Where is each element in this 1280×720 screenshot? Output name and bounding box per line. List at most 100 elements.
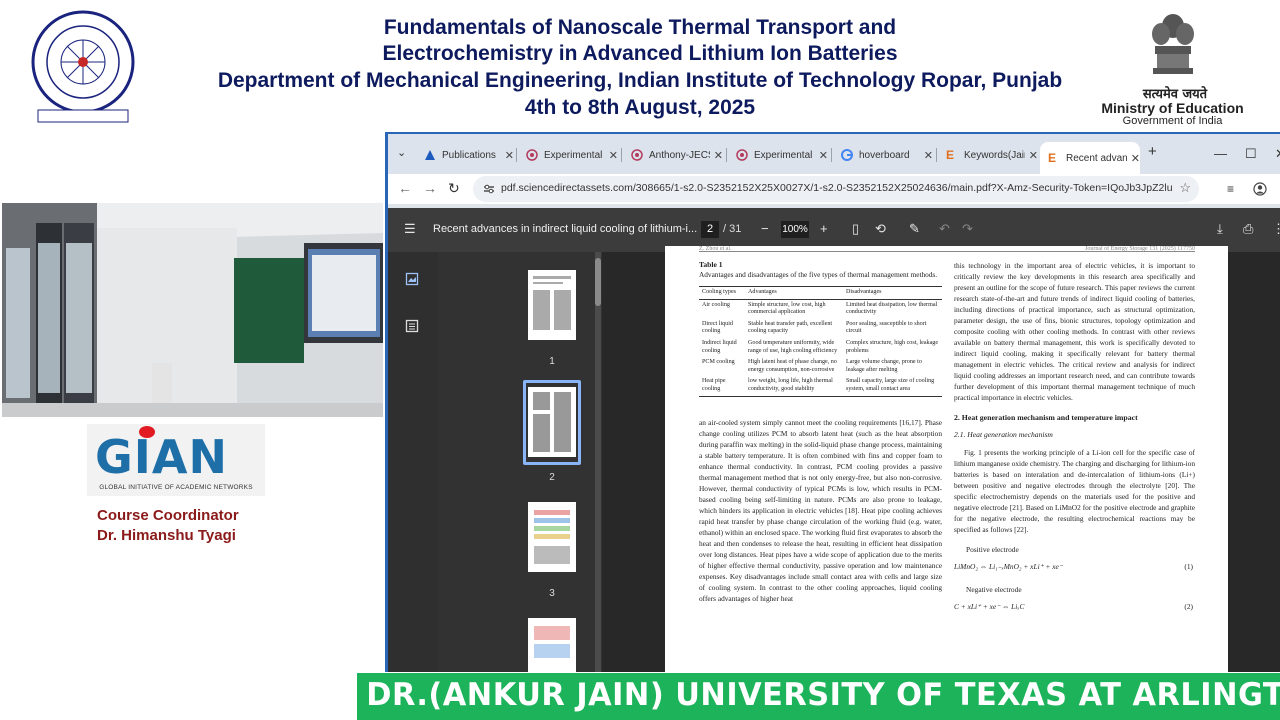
tab-close-icon[interactable]: ✕ — [1131, 152, 1140, 165]
pdf-side-nav — [388, 252, 438, 672]
menu-icon[interactable]: ☰ — [404, 221, 416, 237]
tab-close-icon[interactable]: ✕ — [609, 149, 618, 162]
reload-icon[interactable]: ↻ — [448, 180, 460, 197]
tab-close-icon[interactable]: ✕ — [714, 149, 723, 162]
site-info-icon[interactable] — [483, 183, 495, 195]
bookmark-star-icon[interactable]: ☆ — [1179, 180, 1191, 196]
negative-electrode-label: Negative electrode — [966, 585, 1022, 595]
table-row: Heat pipe cooling low weight, long life,… — [699, 376, 942, 397]
gear-icon — [526, 149, 538, 161]
course-title-line1: Fundamentals of Nanoscale Thermal Transp… — [383, 16, 897, 39]
letter-a-icon — [425, 150, 435, 160]
profile-avatar-icon[interactable] — [1253, 182, 1267, 196]
thumbnail-view-icon[interactable] — [405, 272, 419, 286]
table-row: Air cooling Simple structure, low cost, … — [702, 301, 938, 316]
pdf-page: Z. Zhou et al. Journal of Energy Storage… — [665, 246, 1228, 672]
zoom-in-icon[interactable]: + — [820, 221, 828, 236]
gian-logo-text: GIAN — [95, 430, 228, 484]
left-column: Table 1 Advantages and disadvantages of … — [699, 260, 942, 604]
tab-experimental-2[interactable]: Experimental ✕ — [728, 142, 828, 168]
page-running-header: Z. Zhou et al. Journal of Energy Storage… — [699, 246, 1195, 252]
coordinator-title: Course Coordinator — [97, 507, 239, 524]
speaker-banner: DR.(ANKUR JAIN) UNIVERSITY OF TEXAS AT A… — [357, 673, 1280, 720]
minimize-icon[interactable]: — — [1214, 146, 1227, 161]
pdf-body: 1 2 3 Z. Zhou et al. Journal of Energy S… — [388, 246, 1280, 672]
browser-toolbar: ← → ↻ pdf.sciencedirectassets.com/308665… — [388, 174, 1280, 204]
outline-view-icon[interactable] — [405, 319, 419, 333]
table-header: Cooling types — [699, 285, 745, 300]
thumbnail-panel: 1 2 3 — [438, 252, 602, 672]
gian-subtitle: GLOBAL INITIATIVE OF ACADEMIC NETWORKS — [99, 484, 253, 491]
page-thumbnail-1[interactable] — [528, 270, 576, 340]
thumbnail-number: 2 — [549, 472, 555, 483]
download-icon[interactable]: ⤓ — [1217, 221, 1223, 237]
table-row: PCM cooling High latent heat of phase ch… — [702, 359, 922, 373]
back-arrow-icon[interactable]: ← — [398, 180, 412, 196]
tab-close-icon[interactable]: ✕ — [924, 149, 933, 162]
page-thumbnail-4[interactable] — [528, 618, 576, 672]
ministry-name: Ministry of Education — [1101, 100, 1244, 116]
gear-icon — [631, 149, 643, 161]
tab-hoverboard[interactable]: hoverboard ✕ — [833, 142, 933, 168]
gear-icon — [736, 149, 748, 161]
gian-logo-dot — [139, 426, 155, 438]
forward-arrow-icon[interactable]: → — [423, 180, 437, 196]
google-icon — [841, 149, 853, 161]
table-row: Indirect liquid cooling Good temperature… — [702, 340, 939, 354]
rotate-icon[interactable]: ⟲ — [875, 221, 886, 237]
government-name: Government of India — [1122, 115, 1223, 127]
tab-close-icon[interactable]: ✕ — [505, 149, 514, 162]
redo-icon[interactable]: ↷ — [962, 221, 973, 237]
undo-icon[interactable]: ↶ — [939, 221, 950, 237]
table-header: Disadvantages — [843, 285, 942, 300]
equation-1: LiMnO₂ ⇔ Li₁₋ₓMnO₂ + xLi⁺ + xe⁻ (1) — [954, 562, 1193, 572]
thumbnail-number: 1 — [549, 356, 555, 367]
section-heading: 2. Heat generation mechanism and tempera… — [954, 413, 1138, 423]
right-body-paragraph-1: this technology in the important area of… — [954, 261, 1195, 403]
date-line: 4th to 8th August, 2025 — [524, 96, 756, 119]
address-bar[interactable]: pdf.sciencedirectassets.com/308665/1-s2.… — [473, 176, 1199, 202]
zoom-level-input[interactable]: 100% — [781, 221, 809, 238]
department-line: Department of Mechanical Engineering, In… — [217, 69, 1063, 92]
thumbnail-number: 3 — [549, 588, 555, 599]
fit-page-icon[interactable]: ▯ — [852, 221, 859, 237]
more-options-icon[interactable]: ⋮ — [1272, 221, 1280, 237]
speaker-banner-text: DR.(ANKUR JAIN) UNIVERSITY OF TEXAS AT A… — [366, 677, 1280, 713]
tab-strip: ⌄ Publications ✕ Experimental ✕ Anthony-… — [388, 134, 1280, 174]
course-title-line2: Electrochemistry in Advanced Lithium Ion… — [382, 42, 898, 65]
advantages-table: Cooling types Advantages Disadvantages A… — [699, 285, 942, 397]
tab-search-chevron-icon[interactable]: ⌄ — [397, 146, 406, 159]
zoom-out-icon[interactable]: − — [761, 221, 769, 236]
webcam-video-feed — [2, 203, 383, 417]
page-thumbnail-3[interactable] — [528, 502, 576, 572]
new-tab-button[interactable]: + — [1148, 143, 1157, 160]
positive-electrode-label: Positive electrode — [966, 545, 1019, 555]
right-body-paragraph-2: Fig. 1 presents the working principle of… — [954, 448, 1195, 535]
tab-experimental-1[interactable]: Experimental ✕ — [518, 142, 618, 168]
thumbnail-scrollbar[interactable] — [595, 252, 601, 672]
tab-recent-advances[interactable]: E Recent advan ✕ — [1040, 142, 1140, 174]
reading-list-icon[interactable]: ≡ — [1227, 182, 1234, 196]
equation-2: C + xLi⁺ + xe⁻ ⇔ LiₓC (2) — [954, 602, 1193, 612]
left-body-paragraph: an air-cooled system simply cannot meet … — [699, 417, 942, 603]
right-column: this technology in the important area of… — [954, 260, 1195, 611]
print-icon[interactable]: ⎙ — [1243, 221, 1253, 237]
letter-e-icon: E — [946, 148, 955, 162]
table-header: Advantages — [745, 285, 843, 300]
tab-anthony-jecs[interactable]: Anthony-JECS ✕ — [623, 142, 723, 168]
page-total: / 31 — [723, 223, 742, 235]
close-window-icon[interactable]: ✕ — [1275, 146, 1280, 162]
tab-publications[interactable]: Publications ✕ — [416, 142, 514, 168]
tab-close-icon[interactable]: ✕ — [1029, 149, 1038, 162]
table-caption: Advantages and disadvantages of the five… — [699, 270, 938, 280]
page-thumbnail-2[interactable] — [528, 387, 576, 457]
tab-close-icon[interactable]: ✕ — [819, 149, 828, 162]
browser-window: ⌄ Publications ✕ Experimental ✕ Anthony-… — [385, 132, 1280, 672]
maximize-icon[interactable]: ☐ — [1245, 146, 1257, 162]
page-number-input[interactable]: 2 — [701, 221, 719, 238]
annotate-pen-icon[interactable]: ✎ — [909, 221, 920, 237]
pdf-title: Recent advances in indirect liquid cooli… — [433, 223, 698, 235]
tab-keywords[interactable]: E Keywords(Jain ✕ — [938, 142, 1038, 168]
table-row: Direct liquid cooling Stable heat transf… — [702, 320, 927, 335]
national-emblem-icon — [1152, 14, 1194, 74]
